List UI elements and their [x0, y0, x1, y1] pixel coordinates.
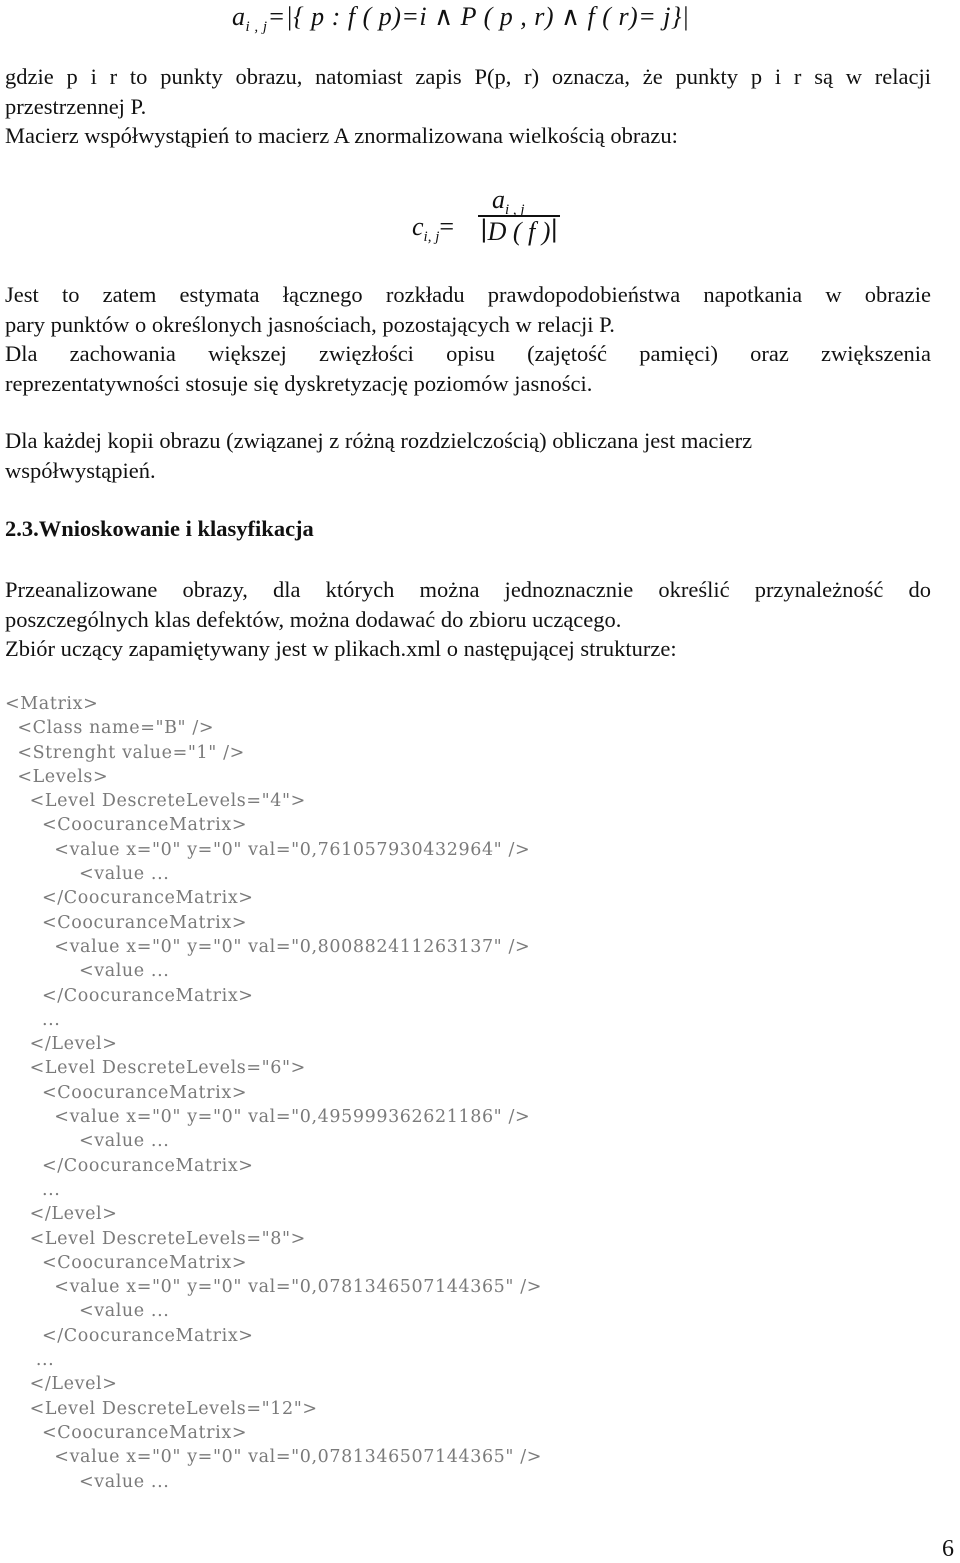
paragraph-line: Macierz współwystąpień to macierz A znor… — [5, 123, 678, 148]
paragraph-line: gdzie p i r to punkty obrazu, natomiast … — [5, 64, 931, 89]
formula-numerator: ai , j — [492, 185, 525, 218]
code-line: <value ... — [5, 1301, 170, 1322]
paragraph-joint-distribution: Jest to zatem estymata łącznego rozkładu… — [5, 280, 931, 398]
paragraph-line: przestrzennej P. — [5, 93, 147, 119]
formula-lhs: ci, j= — [412, 212, 455, 245]
code-line: <Level DescreteLevels="12"> — [5, 1398, 318, 1419]
code-line: ... — [5, 1009, 61, 1030]
code-line: </CoocuranceMatrix> — [5, 888, 254, 909]
code-line: <Level DescreteLevels="8"> — [5, 1228, 306, 1249]
code-line: <value ... — [5, 864, 170, 885]
code-line: <Levels> — [5, 766, 109, 787]
paragraph-line: pary punktów o określonych jasnościach, … — [5, 311, 615, 337]
paragraph-training-set: Przeanalizowane obrazy, dla których możn… — [5, 575, 931, 664]
paragraph-resolution-copies: Dla każdej kopii obrazu (związanej z róż… — [5, 426, 931, 485]
code-line: </CoocuranceMatrix> — [5, 1155, 254, 1176]
code-line: <CoocuranceMatrix> — [5, 1252, 248, 1273]
paragraph-spatial-relation: gdzie p i r to punkty obrazu, natomiast … — [5, 62, 931, 151]
code-line: </Level> — [5, 1034, 118, 1055]
formula-rhs: =|{ p : f ( p)=i ∧ P ( p , r) ∧ f ( r)= … — [267, 2, 690, 31]
paragraph-line: Dla każdej kopii obrazu (związanej z róż… — [5, 428, 753, 453]
formula-denominator: ∣D ( f )∣ — [480, 217, 558, 246]
code-line: </Level> — [5, 1204, 118, 1225]
code-line: ... — [5, 1179, 61, 1200]
paragraph-line: współwystąpień. — [5, 457, 156, 483]
paragraph-line: Dla zachowania większej zwięzłości opisu… — [5, 341, 931, 366]
code-line: <value ... — [5, 1471, 170, 1492]
xml-code-listing: <Matrix> <Class name="B" /> <Strenght va… — [5, 692, 542, 1494]
code-line: ... — [5, 1350, 55, 1371]
page-number: 6 — [942, 1536, 954, 1562]
code-line: <Matrix> — [5, 694, 99, 714]
code-line: <value x="0" y="0" val="0,80088241126313… — [5, 936, 531, 957]
code-line: <Level DescreteLevels="6"> — [5, 1058, 306, 1079]
paragraph-line: reprezentatywności stosuje się dyskretyz… — [5, 370, 593, 396]
formula-cooccurrence-count: ai , j=|{ p : f ( p)=i ∧ P ( p , r) ∧ f … — [232, 2, 690, 36]
paragraph-line: Zbiór uczący zapamiętywany jest w plikac… — [5, 636, 677, 661]
code-line: <value x="0" y="0" val="0,76105793043296… — [5, 839, 531, 860]
paragraph-line: poszczególnych klas defektów, można doda… — [5, 606, 622, 632]
section-heading: 2.3.Wnioskowanie i klasyfikacja — [5, 516, 314, 541]
code-line: <value ... — [5, 1131, 170, 1152]
code-line: <CoocuranceMatrix> — [5, 815, 248, 836]
code-line: <CoocuranceMatrix> — [5, 1082, 248, 1103]
code-line: <value ... — [5, 961, 170, 982]
code-line: <Level DescreteLevels="4"> — [5, 791, 306, 812]
paragraph-line: Przeanalizowane obrazy, dla których możn… — [5, 577, 931, 602]
code-line: <CoocuranceMatrix> — [5, 912, 248, 933]
code-line: <Class name="B" /> — [5, 718, 215, 739]
code-line: <value x="0" y="0" val="0,07813465071443… — [5, 1277, 542, 1298]
code-line: <value x="0" y="0" val="0,49599936262118… — [5, 1107, 531, 1128]
paragraph-line: Jest to zatem estymata łącznego rozkładu… — [5, 282, 931, 307]
code-line: <value x="0" y="0" val="0,07813465071443… — [5, 1447, 542, 1468]
code-line: </CoocuranceMatrix> — [5, 985, 254, 1006]
code-line: </Level> — [5, 1374, 118, 1395]
formula-lhs-subscript: i , j — [245, 19, 268, 35]
code-line: </CoocuranceMatrix> — [5, 1325, 254, 1346]
code-line: <Strenght value="1" /> — [5, 742, 245, 763]
formula-lhs: a — [232, 2, 246, 31]
code-line: <CoocuranceMatrix> — [5, 1422, 248, 1443]
